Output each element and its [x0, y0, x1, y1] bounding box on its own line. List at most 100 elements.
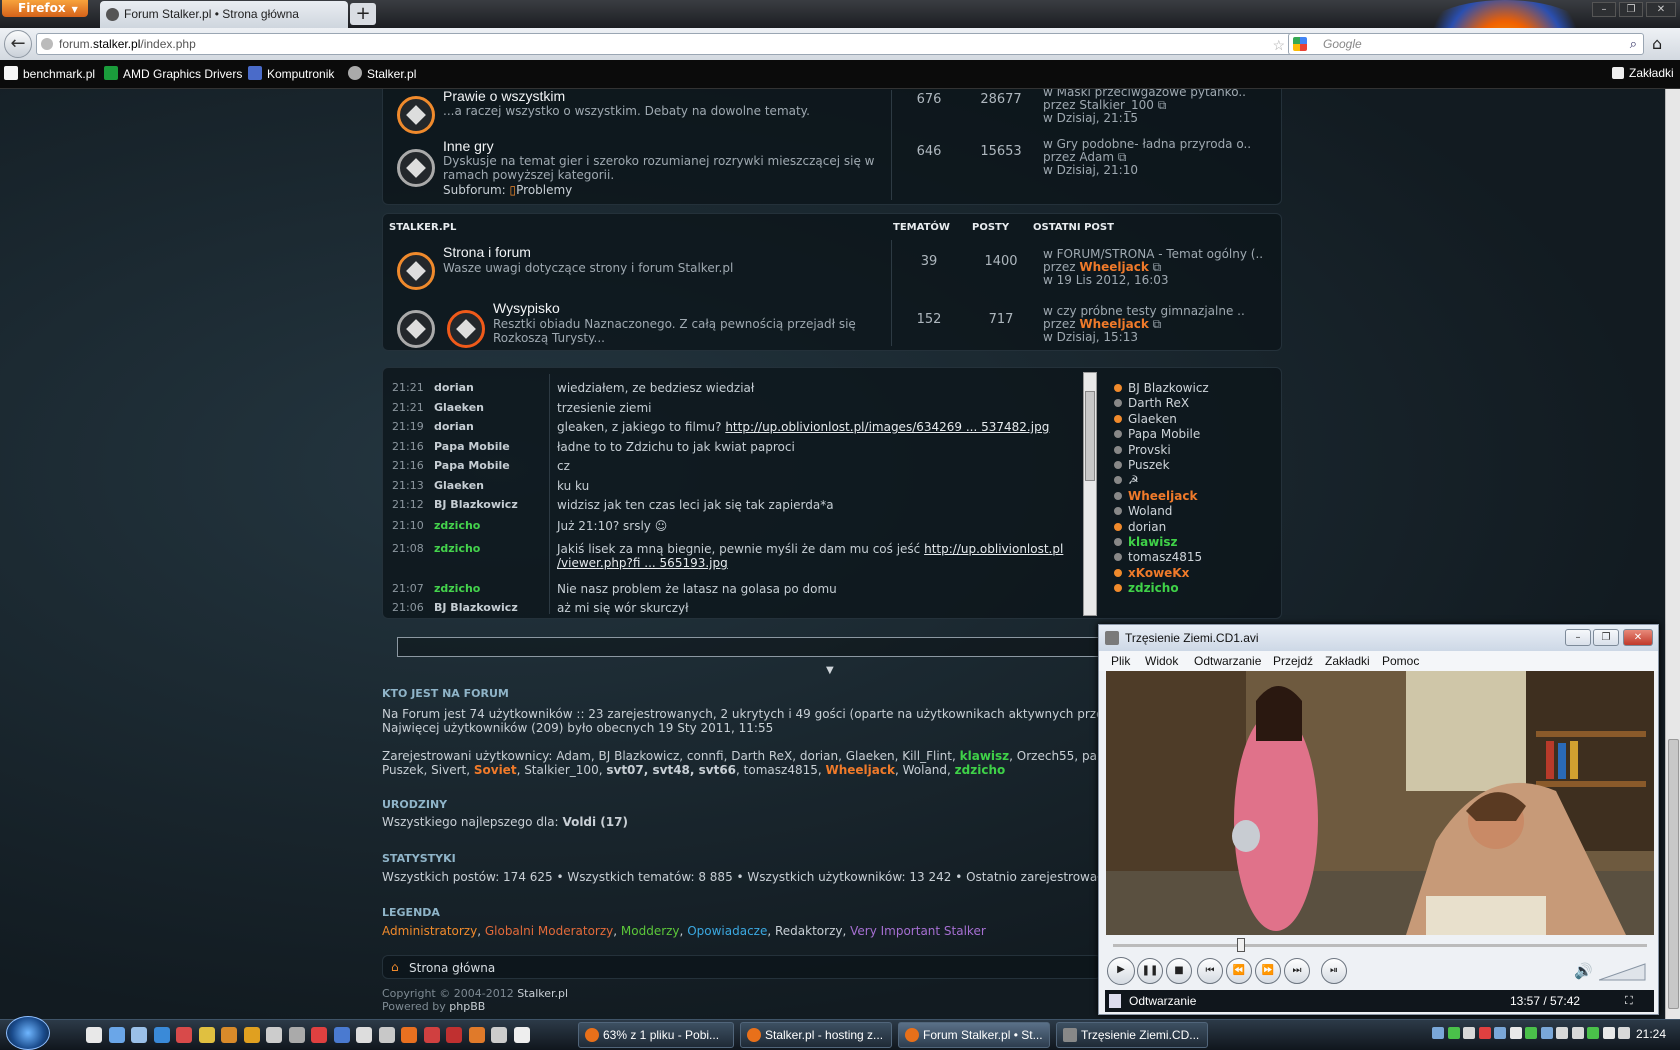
shout-nick[interactable]: dorian	[434, 381, 474, 394]
category-title[interactable]: STALKER.PL	[389, 222, 456, 233]
online-user[interactable]: zdzicho	[1114, 581, 1209, 596]
firefox-menu-button[interactable]: Firefox ▼	[2, 0, 88, 17]
online-user[interactable]: xKoweKx	[1114, 566, 1209, 581]
subforum-link[interactable]: Problemy	[516, 183, 572, 197]
online-user[interactable]: Papa Mobile	[1114, 427, 1209, 442]
online-user[interactable]: BJ Blazkowicz	[1114, 381, 1209, 396]
close-window-button[interactable]: ✕	[1646, 2, 1676, 17]
quick-launch-icon[interactable]	[221, 1027, 237, 1043]
shout-nick[interactable]: Glaeken	[434, 479, 484, 492]
tray-icon[interactable]	[1618, 1027, 1630, 1039]
back-button[interactable]: ←	[4, 30, 32, 58]
bookmark-benchmark[interactable]: benchmark.pl	[4, 66, 95, 81]
online-user[interactable]: Darth ReX	[1114, 396, 1209, 411]
tray-icon[interactable]	[1556, 1027, 1568, 1039]
forum-title[interactable]: Strona i forum	[443, 244, 531, 260]
shout-link[interactable]: http://up.oblivionlost.pl	[924, 542, 1063, 556]
shout-nick[interactable]: Papa Mobile	[434, 440, 510, 453]
task-stalker-hosting[interactable]: Stalker.pl - hosting z...	[740, 1022, 892, 1048]
quick-launch-icon[interactable]	[491, 1027, 507, 1043]
online-user[interactable]: klawisz	[1114, 535, 1209, 550]
task-download[interactable]: 63% z 1 pliku - Pobi...	[578, 1022, 734, 1048]
quick-launch-icon[interactable]	[468, 1027, 485, 1043]
online-user[interactable]: Glaeken	[1114, 412, 1209, 427]
menu-pomoc[interactable]: Pomoc	[1382, 654, 1419, 668]
player-maximize-button[interactable]: ❐	[1593, 629, 1619, 646]
online-user[interactable]: dorian	[1114, 520, 1209, 535]
online-user[interactable]: tomasz4815	[1114, 550, 1209, 565]
shout-nick[interactable]: zdzicho	[434, 542, 480, 555]
clock[interactable]: 21:24	[1636, 1027, 1666, 1041]
bookmark-stalker[interactable]: Stalker.pl	[348, 66, 416, 81]
tray-icon[interactable]	[1571, 1027, 1584, 1039]
shout-nick[interactable]: BJ Blazkowicz	[434, 601, 518, 614]
shout-nick[interactable]: zdzicho	[434, 519, 480, 532]
previous-button[interactable]: ⏮	[1197, 958, 1223, 984]
home-icon[interactable]: ⌂	[1652, 34, 1662, 53]
menu-widok[interactable]: Widok	[1145, 654, 1178, 668]
quick-launch-icon[interactable]	[423, 1027, 440, 1043]
last-post-author[interactable]: przez Stalkier_100	[1043, 98, 1154, 112]
shout-nick[interactable]: Papa Mobile	[434, 459, 510, 472]
last-post-author[interactable]: Wheeljack	[1079, 260, 1148, 274]
online-user[interactable]: Woland	[1114, 504, 1209, 519]
quick-launch-icon[interactable]	[513, 1027, 530, 1043]
tray-icon[interactable]	[1494, 1027, 1506, 1039]
quick-launch-icon[interactable]	[333, 1027, 350, 1043]
page-scrollbar[interactable]	[1665, 89, 1680, 1039]
play-button[interactable]: ▶	[1107, 957, 1135, 985]
pause-button[interactable]: ❚❚	[1137, 958, 1163, 984]
goto-post-icon[interactable]: ⧉	[1158, 98, 1167, 112]
quick-launch-icon[interactable]	[288, 1027, 305, 1043]
tray-icon[interactable]	[1509, 1027, 1522, 1039]
forum-title[interactable]: Prawie o wszystkim	[443, 89, 565, 104]
birthday-user[interactable]: Voldi (17)	[562, 815, 628, 829]
shout-nick[interactable]: BJ Blazkowicz	[434, 498, 518, 511]
tray-icon[interactable]	[1587, 1027, 1599, 1039]
menu-plik[interactable]: Plik	[1111, 654, 1130, 668]
seek-handle[interactable]	[1237, 938, 1246, 952]
quick-launch-icon[interactable]	[356, 1027, 372, 1043]
quick-launch-icon[interactable]	[311, 1027, 327, 1043]
breadcrumb-home[interactable]: Strona główna	[409, 961, 495, 975]
menu-odtwarzanie[interactable]: Odtwarzanie	[1194, 654, 1261, 668]
search-input[interactable]: Google ⌕	[1288, 33, 1644, 55]
quick-launch-icon[interactable]	[131, 1027, 147, 1043]
quick-launch-icon[interactable]	[153, 1027, 170, 1043]
rewind-button[interactable]: ⏪	[1226, 958, 1252, 984]
goto-post-icon[interactable]: ⧉	[1118, 150, 1127, 164]
online-user[interactable]: Puszek	[1114, 458, 1209, 473]
goto-post-icon[interactable]: ⧉	[1153, 260, 1162, 274]
menu-przejdz[interactable]: Przejdź	[1273, 654, 1313, 668]
tray-icon[interactable]	[1602, 1027, 1615, 1039]
url-bar[interactable]: forum.stalker.pl/index.php☆↻	[36, 33, 1312, 55]
video-frame[interactable]	[1106, 671, 1654, 935]
forum-title[interactable]: Wysypisko	[493, 300, 560, 316]
fullscreen-icon[interactable]: ⛶	[1625, 990, 1633, 1012]
player-close-button[interactable]: ✕	[1623, 629, 1653, 646]
forum-title[interactable]: Inne gry	[443, 138, 494, 154]
quick-launch-icon[interactable]	[401, 1027, 417, 1043]
next-button[interactable]: ⏭	[1284, 958, 1310, 984]
quick-launch-icon[interactable]	[266, 1027, 282, 1043]
stop-button[interactable]: ■	[1166, 958, 1192, 984]
shout-nick[interactable]: Glaeken	[434, 401, 484, 414]
last-post-author[interactable]: Wheeljack	[1079, 317, 1148, 331]
start-button[interactable]	[6, 1016, 50, 1050]
task-forum-stalker[interactable]: Forum Stalker.pl • St...	[898, 1022, 1050, 1048]
bookmark-komputronik[interactable]: Komputronik	[248, 66, 334, 81]
online-user[interactable]: ☭	[1114, 473, 1209, 488]
tray-icon[interactable]	[1478, 1027, 1491, 1039]
volume-slider[interactable]	[1599, 962, 1649, 982]
shout-nick[interactable]: dorian	[434, 420, 474, 433]
scroll-thumb[interactable]	[1668, 739, 1679, 1009]
tray-icon[interactable]	[1447, 1027, 1460, 1039]
volume-icon[interactable]: 🔊	[1574, 962, 1593, 980]
shoutbox-scrollbar[interactable]	[1083, 372, 1097, 616]
minimize-button[interactable]: –	[1592, 2, 1616, 17]
quick-launch-icon[interactable]	[243, 1027, 260, 1043]
tray-icon[interactable]	[1463, 1027, 1475, 1039]
shout-link[interactable]: http://up.oblivionlost.pl/images/634269 …	[725, 420, 1049, 434]
new-tab-button[interactable]: +	[350, 3, 376, 25]
bookmark-amd[interactable]: AMD Graphics Drivers	[104, 66, 242, 81]
